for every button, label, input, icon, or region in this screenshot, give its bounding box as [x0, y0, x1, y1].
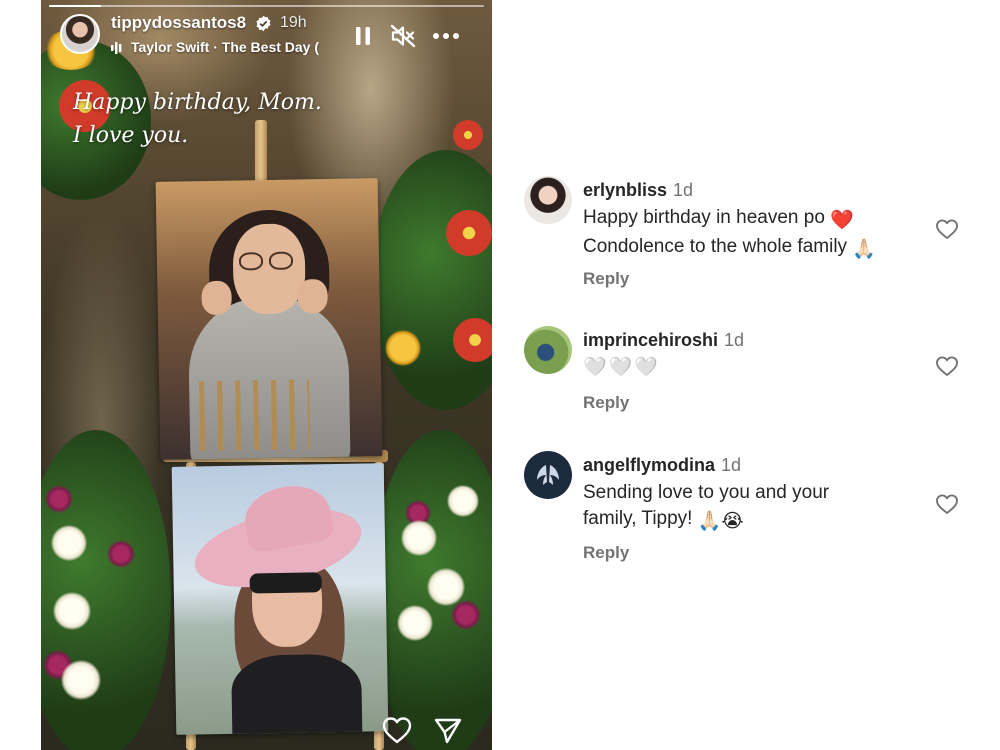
avatar[interactable]	[524, 176, 572, 224]
comment-username[interactable]: imprincehiroshi	[583, 330, 718, 350]
comment-text-line: Happy birthday in heaven po	[583, 207, 825, 228]
comment-text-line: Condolence to the whole family	[583, 236, 848, 257]
pause-icon[interactable]	[351, 24, 375, 48]
music-artist: Taylor Swift	[131, 39, 210, 55]
carnation-flower	[107, 540, 135, 568]
praying-hands-emoji: 🙏🏻	[852, 239, 876, 260]
heart-outline-icon[interactable]	[935, 355, 959, 377]
portrait-photo-bottom	[171, 463, 389, 735]
red-heart-emoji: ❤️	[830, 210, 854, 231]
paper-plane-icon[interactable]	[433, 716, 463, 744]
comment-time: 1d	[721, 455, 742, 475]
gerbera-flower	[453, 318, 492, 362]
comment-text: Sending love to you and your family, Tip…	[583, 480, 923, 535]
music-bars-icon	[111, 42, 122, 54]
white-carnation	[53, 592, 91, 630]
heart-outline-icon[interactable]	[935, 218, 959, 240]
gerbera-flower	[453, 120, 483, 150]
comment-item: angelflymodina 1d Sending love to you and…	[524, 451, 974, 571]
comment-username[interactable]: angelflymodina	[583, 455, 715, 475]
story-timestamp: 19h	[280, 14, 307, 31]
comment-username-line: erlynbliss 1d	[583, 180, 693, 201]
carnation-flower	[451, 600, 481, 630]
story-avatar[interactable]	[60, 14, 100, 54]
white-carnation	[51, 525, 87, 561]
story-caption: Happy birthday, Mom. I love you.	[73, 86, 353, 152]
comment-text-line: family, Tippy!	[583, 508, 693, 529]
comment-time: 1d	[724, 330, 745, 350]
story-progress-bar	[49, 5, 484, 7]
heart-outline-icon[interactable]	[935, 493, 959, 515]
heart-outline-icon[interactable]	[381, 715, 413, 745]
reply-button[interactable]: Reply	[583, 269, 629, 289]
comment-username[interactable]: erlynbliss	[583, 180, 667, 200]
music-separator: ·	[209, 39, 222, 55]
more-options-icon[interactable]	[431, 26, 461, 46]
comment-text: Happy birthday in heaven po ❤️ Condolenc…	[583, 205, 923, 263]
story-caption-line: Happy birthday, Mom.	[73, 90, 322, 115]
avatar[interactable]	[524, 326, 572, 374]
comment-text-line: Sending love to you and your	[583, 482, 830, 503]
reply-button[interactable]: Reply	[583, 393, 629, 413]
muted-speaker-icon[interactable]	[390, 24, 416, 48]
comment-time: 1d	[673, 180, 694, 200]
comment-username-line: imprincehiroshi 1d	[583, 330, 744, 351]
verified-badge-icon	[256, 15, 271, 32]
reply-button[interactable]: Reply	[583, 543, 629, 563]
comment-item: erlynbliss 1d Happy birthday in heaven po…	[524, 176, 974, 296]
story-caption-line: I love you.	[73, 123, 189, 148]
comment-item: imprincehiroshi 1d 🤍🤍🤍 Reply	[524, 326, 974, 426]
angel-wings-icon	[537, 465, 559, 485]
white-carnation	[427, 568, 465, 606]
praying-crying-emoji: 🙏🏻😭	[697, 511, 744, 532]
gerbera-flower	[446, 210, 492, 256]
white-carnation	[397, 605, 433, 641]
white-hearts-emoji: 🤍🤍🤍	[583, 357, 660, 378]
avatar[interactable]	[524, 451, 572, 499]
story-viewer[interactable]: tippydossantos8 19h Taylor Swift · The B…	[41, 0, 492, 750]
portrait-photo-top	[155, 178, 383, 460]
comment-text: 🤍🤍🤍	[583, 355, 923, 381]
yellow-flower	[385, 330, 421, 366]
comment-username-line: angelflymodina 1d	[583, 455, 741, 476]
story-music-label[interactable]: Taylor Swift · The Best Day (	[131, 39, 363, 55]
story-progress-fill	[49, 5, 102, 7]
white-carnation	[61, 660, 101, 700]
music-song: The Best Day (	[221, 39, 320, 55]
story-username[interactable]: tippydossantos8	[111, 13, 246, 33]
white-carnation	[401, 520, 437, 556]
carnation-flower	[45, 485, 73, 513]
white-carnation	[447, 485, 479, 517]
